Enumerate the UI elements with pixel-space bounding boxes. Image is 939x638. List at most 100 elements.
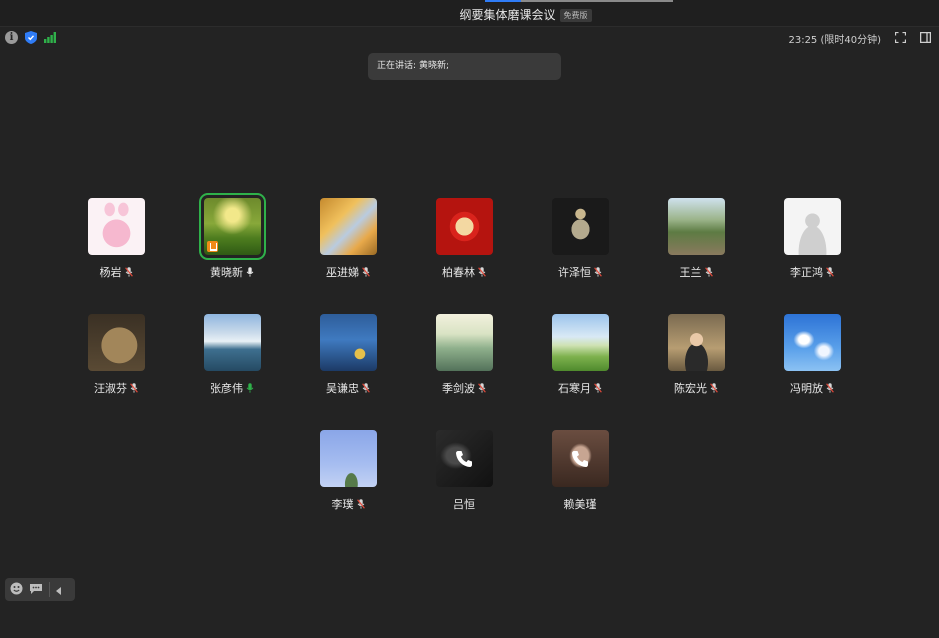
participant-avatar[interactable] <box>319 198 377 255</box>
participant-name: 李正鸿 <box>790 266 823 279</box>
participant-name: 赖美瑾 <box>563 498 597 511</box>
participant-name-row: 陈宏光 <box>641 380 751 396</box>
participant-avatar[interactable] <box>198 193 266 260</box>
collapse-left-icon[interactable] <box>56 580 62 599</box>
participant-avatar[interactable] <box>551 430 609 487</box>
participant-name: 陈宏光 <box>674 382 707 395</box>
participant-name-row: 李璞 <box>293 496 403 512</box>
participant-avatar[interactable] <box>551 314 609 371</box>
mic-muted-icon <box>362 383 370 393</box>
participant-name: 柏春林 <box>442 266 475 279</box>
participant-name-row: 吕恒 <box>409 496 519 512</box>
mic-icon <box>246 383 254 393</box>
toolbar-divider <box>49 582 50 597</box>
participant-name-row: 黄晓新 <box>177 264 287 280</box>
screen-share-icon <box>206 241 218 252</box>
mic-muted-icon <box>710 383 718 393</box>
participant-name: 季剑波 <box>442 382 475 395</box>
mic-muted-icon <box>594 383 602 393</box>
participant-tile[interactable]: 季剑波 <box>409 314 519 396</box>
participant-name-row: 柏春林 <box>409 264 519 280</box>
participant-tile[interactable]: 杨岩 <box>61 198 171 280</box>
mic-muted-icon <box>826 383 834 393</box>
participant-avatar[interactable] <box>435 198 493 255</box>
participant-avatar[interactable] <box>667 314 725 371</box>
participant-name: 吕恒 <box>453 498 475 511</box>
status-icons: i <box>5 31 56 44</box>
participant-name-row: 季剑波 <box>409 380 519 396</box>
title-bar: 纲要集体磨课会议 免费版 <box>0 0 939 27</box>
participant-avatar[interactable] <box>783 314 841 371</box>
participant-name-row: 张彦伟 <box>177 380 287 396</box>
tab-indicator <box>485 0 521 2</box>
participant-name: 张彦伟 <box>210 382 243 395</box>
participant-avatar[interactable] <box>203 314 261 371</box>
signal-icon[interactable] <box>44 32 56 43</box>
participant-tile[interactable]: 李璞 <box>293 430 403 512</box>
mic-muted-icon <box>478 383 486 393</box>
participant-name-row: 吴谦忠 <box>293 380 403 396</box>
participant-name: 李璞 <box>331 498 354 511</box>
participant-tile[interactable]: 冯明放 <box>757 314 867 396</box>
mic-muted-icon <box>704 267 713 277</box>
participant-avatar[interactable] <box>667 198 725 255</box>
mic-muted-icon <box>124 267 133 277</box>
tab-indicator-secondary <box>521 0 673 2</box>
active-speaker-banner: 正在讲话: 黄晓新; <box>368 53 561 80</box>
participant-name: 许泽恒 <box>558 266 591 279</box>
sidebar-toggle-icon[interactable] <box>919 31 932 46</box>
participant-avatar[interactable] <box>435 314 493 371</box>
info-icon[interactable]: i <box>5 31 18 44</box>
participant-avatar[interactable] <box>319 430 377 487</box>
meeting-title-area: 纲要集体磨课会议 免费版 <box>0 6 939 23</box>
mic-icon <box>246 267 254 277</box>
phone-icon <box>552 430 609 487</box>
participant-name: 吴谦忠 <box>326 382 359 395</box>
participant-avatar[interactable] <box>551 198 609 255</box>
participant-avatar[interactable] <box>87 314 145 371</box>
participant-tile[interactable]: 张彦伟 <box>177 314 287 396</box>
phone-icon <box>436 430 493 487</box>
participant-name-row: 李正鸿 <box>757 264 867 280</box>
participant-tile[interactable]: 李正鸿 <box>757 198 867 280</box>
edition-badge: 免费版 <box>559 9 592 22</box>
participant-tile[interactable]: 汪淑芬 <box>61 314 171 396</box>
participant-tile[interactable]: 吴谦忠 <box>293 314 403 396</box>
participant-tile[interactable]: 黄晓新 <box>177 193 287 280</box>
shield-icon[interactable] <box>25 31 37 44</box>
speaking-prefix: 正在讲话: <box>377 61 417 71</box>
participant-tile[interactable]: 吕恒 <box>409 430 519 512</box>
participant-name-row: 王兰 <box>641 264 751 280</box>
participant-name: 杨岩 <box>99 266 122 279</box>
participant-name-row: 许泽恒 <box>525 264 635 280</box>
fullscreen-icon[interactable] <box>894 31 907 46</box>
mic-muted-icon <box>594 267 602 277</box>
participant-tile[interactable]: 许泽恒 <box>525 198 635 280</box>
participant-name: 石寒月 <box>558 382 591 395</box>
participant-avatar[interactable] <box>435 430 493 487</box>
participant-tile[interactable]: 王兰 <box>641 198 751 280</box>
participant-name-row: 汪淑芬 <box>61 380 171 396</box>
participant-avatar[interactable] <box>319 314 377 371</box>
emoji-icon[interactable] <box>10 580 23 599</box>
chat-icon[interactable] <box>29 580 43 599</box>
status-right: 23:25 (限时40分钟) <box>788 31 932 46</box>
mic-muted-icon <box>478 267 486 277</box>
participant-tile[interactable]: 陈宏光 <box>641 314 751 396</box>
participant-tile[interactable]: 巫进娣 <box>293 198 403 280</box>
participant-name: 王兰 <box>679 266 702 279</box>
participant-tile[interactable]: 石寒月 <box>525 314 635 396</box>
bottom-toolbar <box>5 578 75 601</box>
participant-name: 黄晓新 <box>210 266 243 279</box>
participant-tile[interactable]: 赖美瑾 <box>525 430 635 512</box>
participant-avatar[interactable] <box>783 198 841 255</box>
meeting-title: 纲要集体磨课会议 <box>459 8 556 22</box>
participant-name-row: 石寒月 <box>525 380 635 396</box>
participant-avatar[interactable] <box>87 198 145 255</box>
participant-tile[interactable]: 柏春林 <box>409 198 519 280</box>
speaking-names: 黄晓新; <box>419 61 450 71</box>
mic-muted-icon <box>356 499 365 509</box>
participant-name-row: 冯明放 <box>757 380 867 396</box>
mic-muted-icon <box>362 267 370 277</box>
participant-name: 汪淑芬 <box>94 382 127 395</box>
